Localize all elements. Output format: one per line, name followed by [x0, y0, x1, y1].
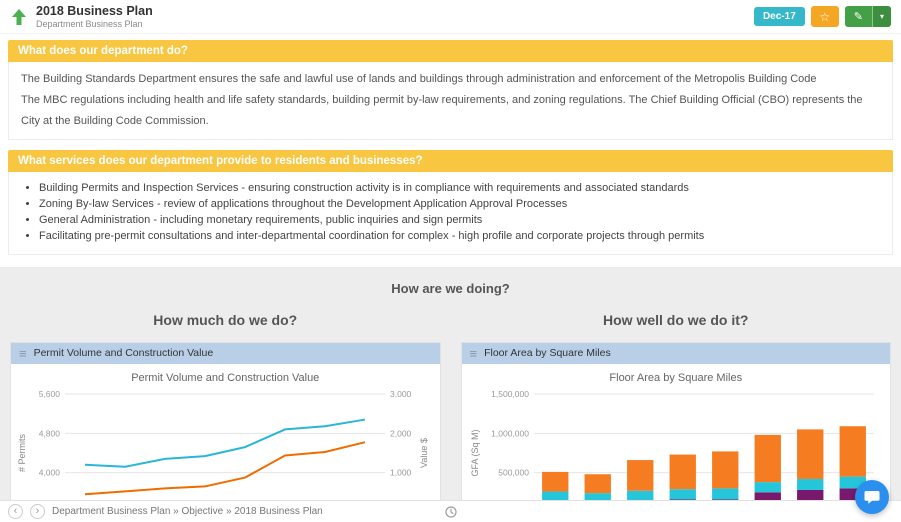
chevron-down-icon: ▾	[879, 12, 884, 22]
bar-segment	[541, 491, 568, 500]
page-subtitle: Department Business Plan	[36, 19, 143, 30]
y-axis-title: # Permits	[17, 433, 27, 472]
bar-chart-card: ≡ Floor Area by Square Miles Floor Area …	[460, 341, 891, 500]
chat-icon	[864, 491, 880, 504]
header-actions: Dec-17 ☆ ✎ ▾	[753, 6, 891, 28]
bar-segment	[796, 478, 823, 490]
services-panel: Building Permits and Inspection Services…	[8, 172, 893, 255]
bar-segment	[711, 488, 738, 500]
y-tick-label: 1,000,000	[491, 428, 529, 438]
bar-segment	[711, 451, 738, 489]
page: 2018 Business Plan Department Business P…	[0, 0, 901, 522]
star-icon: ☆	[819, 9, 831, 24]
line-chart-card: ≡ Permit Volume and Construction Value P…	[10, 341, 441, 500]
bar-segment	[754, 434, 781, 482]
favorite-button[interactable]: ☆	[810, 6, 839, 28]
history-status[interactable]	[444, 505, 457, 518]
y-tick-label: 5,600	[39, 389, 61, 399]
right-column-heading: How well do we do it?	[603, 311, 749, 328]
stacked-bar-chart: 0500,0001,000,0001,500,000Q1-16Q2-16Q3-1…	[470, 389, 874, 500]
about-banner: What does our department do?	[8, 40, 893, 63]
right-column: How well do we do it? ≡ Floor Area by Sq…	[451, 312, 901, 500]
bar-segment	[796, 489, 823, 500]
breadcrumb[interactable]: Department Business Plan » Objective » 2…	[52, 506, 323, 517]
left-column: How much do we do? ≡ Permit Volume and C…	[0, 312, 451, 500]
card-title: Permit Volume and Construction Value	[33, 347, 214, 360]
card-title: Floor Area by Square Miles	[484, 347, 611, 360]
back-button[interactable]: ‹	[8, 504, 23, 519]
services-list: Building Permits and Inspection Services…	[21, 181, 880, 245]
service-item: General Administration - including monet…	[39, 213, 880, 229]
service-item: Facilitating pre-permit consultations an…	[39, 229, 880, 245]
page-title: 2018 Business Plan	[36, 4, 153, 18]
y-tick-label: 4,800	[39, 428, 61, 438]
series-line	[84, 418, 366, 468]
edit-dropdown-button[interactable]: ▾	[872, 6, 891, 28]
service-item: Building Permits and Inspection Services…	[39, 181, 880, 197]
about-paragraph: The Building Standards Department ensure…	[21, 73, 817, 86]
performance-section: How are we doing? How much do we do? ≡ P…	[0, 266, 901, 500]
line-chart: 3,2004,0004,8005,60001,0002,0003,000Q1-1…	[17, 389, 429, 496]
clock-icon	[444, 505, 457, 518]
about-paragraph: The MBC regulations including health and…	[21, 94, 863, 128]
bar-segment	[669, 488, 696, 500]
bar-segment	[839, 426, 866, 477]
about-panel: The Building Standards Department ensure…	[8, 62, 893, 141]
bar-segment	[541, 471, 568, 492]
bar-segment	[754, 481, 781, 493]
left-column-heading: How much do we do?	[153, 311, 298, 328]
bar-segment	[626, 459, 653, 491]
bar-segment	[584, 474, 611, 493]
edit-button[interactable]: ✎	[845, 6, 873, 28]
footer: ‹ › Department Business Plan » Objective…	[0, 500, 901, 522]
edit-split-button: ✎ ▾	[844, 6, 891, 28]
card-menu-icon[interactable]: ≡	[470, 347, 478, 360]
chevron-left-icon: ‹	[13, 505, 18, 517]
services-banner: What services does our department provid…	[8, 150, 893, 173]
chat-button[interactable]	[855, 480, 889, 514]
logo-arrow-icon[interactable]	[10, 8, 28, 26]
y2-tick-label: 2,000	[390, 428, 412, 438]
y-tick-label: 4,000	[39, 467, 61, 477]
series-line	[84, 441, 366, 496]
y2-tick-label: 1,000	[390, 467, 412, 477]
chevron-right-icon: ›	[35, 505, 40, 517]
line-chart-card-header: ≡ Permit Volume and Construction Value	[11, 342, 440, 364]
performance-heading: How are we doing?	[391, 280, 510, 296]
header-titles: 2018 Business Plan Department Business P…	[36, 4, 153, 29]
bar-segment	[754, 492, 781, 500]
bar-chart-card-body: Floor Area by Square Miles 0500,0001,000…	[462, 364, 891, 500]
y2-tick-label: 3,000	[390, 389, 412, 399]
bar-segment	[584, 492, 611, 500]
chart-title: Permit Volume and Construction Value	[131, 371, 320, 384]
y-tick-label: 500,000	[498, 467, 529, 477]
performance-columns: How much do we do? ≡ Permit Volume and C…	[0, 312, 901, 500]
forward-button[interactable]: ›	[30, 504, 45, 519]
bar-segment	[796, 429, 823, 479]
header: 2018 Business Plan Department Business P…	[0, 0, 901, 35]
bar-chart-card-header: ≡ Floor Area by Square Miles	[461, 342, 890, 364]
date-badge-button[interactable]: Dec-17	[753, 7, 805, 27]
service-item: Zoning By-law Services - review of appli…	[39, 197, 880, 213]
line-chart-card-body: Permit Volume and Construction Value 3,2…	[11, 364, 440, 500]
bar-segment	[669, 454, 696, 489]
chart-title: Floor Area by Square Miles	[609, 371, 743, 384]
y-tick-label: 1,500,000	[491, 389, 529, 399]
y2-axis-title: Value $	[419, 438, 429, 468]
pencil-icon: ✎	[853, 11, 863, 24]
bar-segment	[626, 490, 653, 500]
card-menu-icon[interactable]: ≡	[19, 347, 27, 360]
y-axis-title: GFA (Sq M)	[470, 429, 480, 476]
